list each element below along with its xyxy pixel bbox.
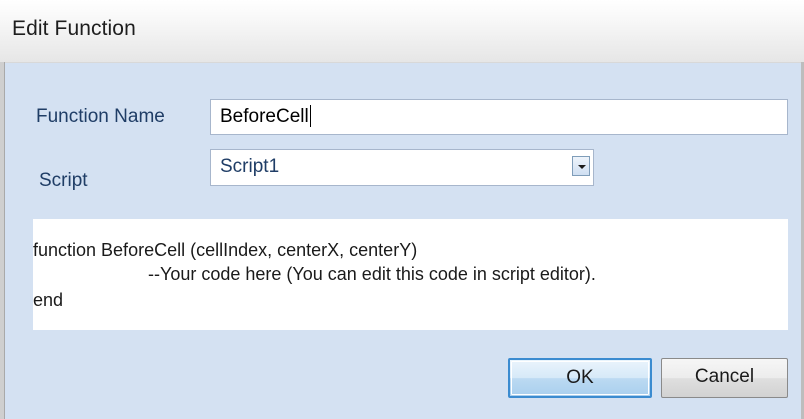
function-name-value: BeforeCell [220, 106, 309, 127]
code-preview[interactable]: function BeforeCell (cellIndex, centerX,… [33, 219, 788, 330]
script-select-value: Script1 [220, 156, 280, 177]
script-label: Script [39, 170, 88, 191]
edit-function-dialog: Edit Function Function Name BeforeCell S… [0, 0, 804, 419]
ok-button[interactable]: OK [508, 358, 652, 398]
code-line: function BeforeCell (cellIndex, centerX,… [33, 240, 418, 260]
script-select[interactable]: Script1 [210, 149, 594, 186]
code-line: --Your code here (You can edit this code… [148, 264, 596, 284]
dialog-body: Function Name BeforeCell Script Script1 … [5, 63, 801, 419]
function-name-input[interactable]: BeforeCell [210, 99, 788, 135]
dialog-title: Edit Function [12, 17, 136, 40]
title-bar[interactable]: Edit Function [0, 0, 804, 63]
chevron-down-icon[interactable] [572, 156, 590, 176]
code-line: end [33, 290, 64, 310]
text-caret [309, 104, 311, 127]
function-name-label: Function Name [36, 106, 165, 127]
cancel-button[interactable]: Cancel [661, 358, 788, 398]
